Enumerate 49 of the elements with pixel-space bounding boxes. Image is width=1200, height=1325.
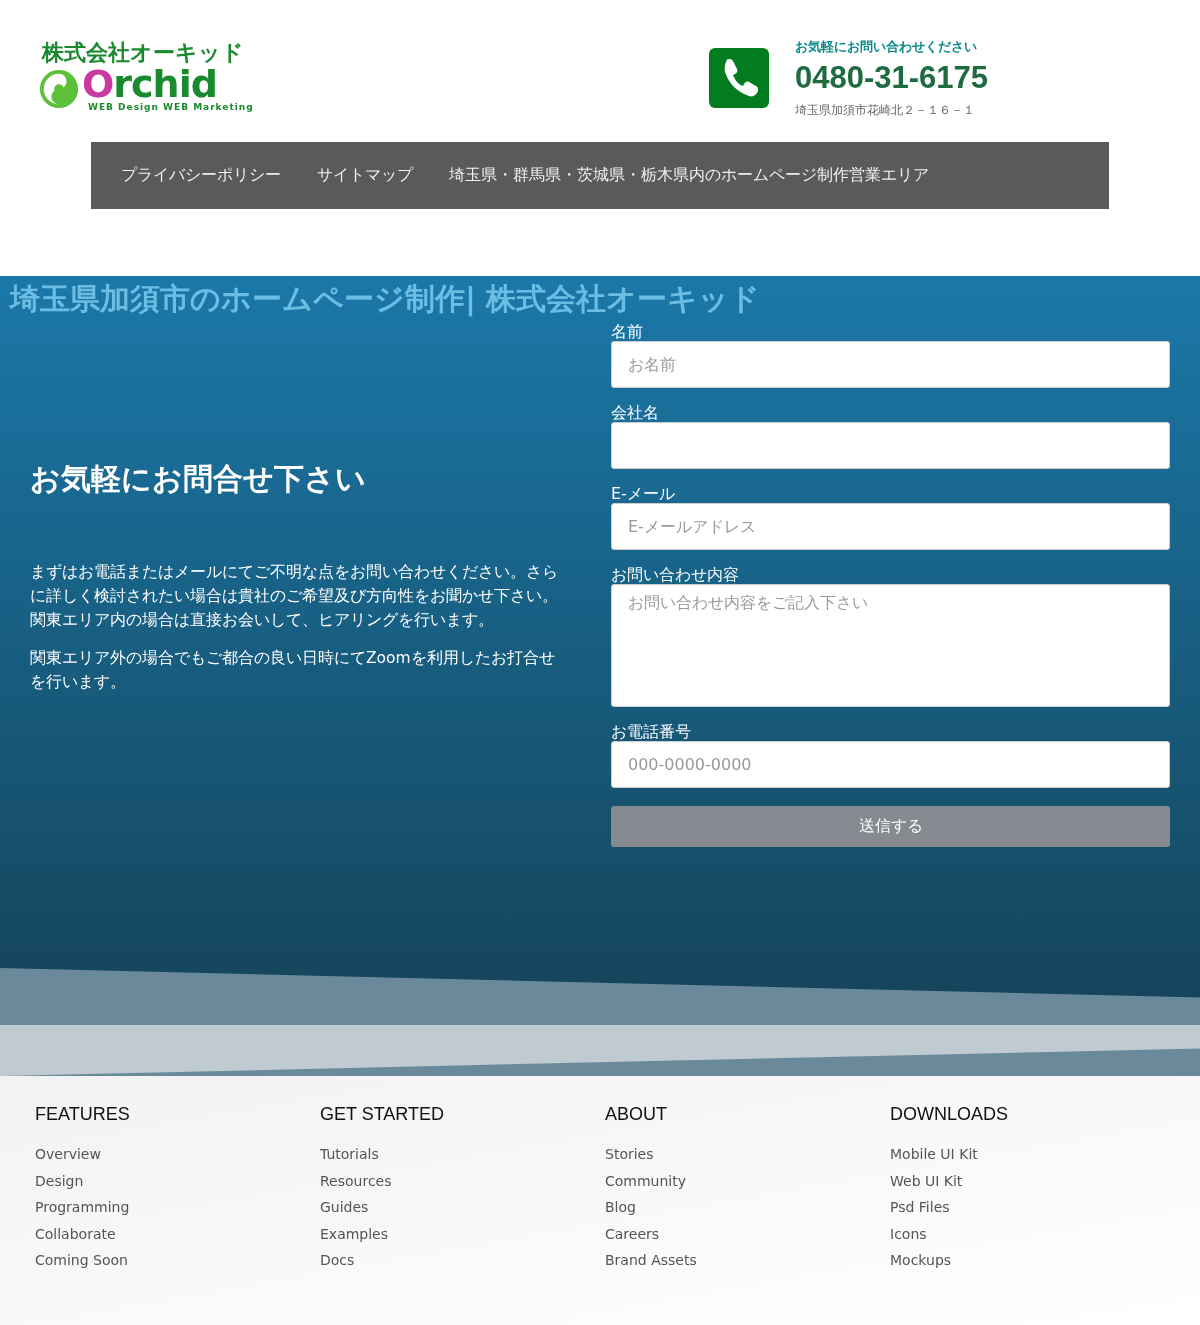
footer-link[interactable]: Resources: [320, 1167, 392, 1194]
field-label: E-メール: [611, 485, 676, 503]
site-title: 埼玉県加須市のホームページ制作| 株式会社オーキッド: [8, 280, 762, 319]
message-field[interactable]: お問い合わせ内容をご記入下さい: [611, 584, 1170, 707]
footer-heading: ABOUT: [605, 1104, 668, 1125]
footer-link[interactable]: Docs: [320, 1247, 355, 1274]
footer-link[interactable]: Blog: [605, 1194, 636, 1221]
footer-link[interactable]: Collaborate: [35, 1220, 116, 1247]
input-field[interactable]: [611, 422, 1170, 469]
phone-icon: [708, 48, 769, 108]
section-heading: お気軽にお問合せ下さい: [30, 460, 367, 498]
footer-link[interactable]: Programming: [35, 1194, 130, 1221]
footer-link[interactable]: Coming Soon: [35, 1247, 128, 1274]
logo-tagline: WEB Design WEB Marketing: [88, 102, 254, 112]
address: 埼玉県加須市花崎北２－１６－１: [794, 101, 976, 119]
nav-link[interactable]: プライバシーポリシー: [103, 165, 299, 186]
phone-number[interactable]: 0480-31-6175: [794, 59, 988, 96]
footer-link[interactable]: Icons: [890, 1220, 927, 1247]
nav-link[interactable]: サイトマップ: [299, 165, 431, 186]
input-field[interactable]: E-メールアドレス: [611, 503, 1170, 550]
paragraph: 関東エリア外の場合でもご都合の良い日時にてZoomを利用したお打合せを行います。: [30, 648, 556, 693]
company-name: 株式会社オーキッド: [42, 40, 245, 66]
footer-heading: GET STARTED: [320, 1104, 446, 1125]
logo-icon: [38, 68, 80, 110]
field-label: お問い合わせ内容: [611, 566, 740, 584]
logo-wordmark: Orchid: [82, 66, 217, 102]
input-field[interactable]: お名前: [611, 341, 1170, 388]
footer-link[interactable]: Careers: [605, 1220, 660, 1247]
footer-link[interactable]: Stories: [605, 1141, 654, 1168]
paragraph: まずはお電話またはメールにてご不明な点をお問い合わせください。さらに詳しく検討されたい場合は貴社のご希望及び方向性をお聞かせ下さい。関東エリア内の場合は直接お会いして、ヒアリングを行います。: [30, 562, 559, 631]
footer-link[interactable]: Brand Assets: [605, 1247, 697, 1274]
footer-link[interactable]: Community: [605, 1167, 687, 1194]
field-label: 名前: [611, 323, 644, 341]
footer-link[interactable]: Psd Files: [890, 1194, 950, 1221]
input-field[interactable]: 000-0000-0000: [611, 741, 1170, 788]
footer-link[interactable]: Overview: [35, 1141, 101, 1168]
footer-link[interactable]: Tutorials: [320, 1141, 379, 1168]
footer-link[interactable]: Design: [35, 1167, 84, 1194]
footer-link[interactable]: Mobile UI Kit: [890, 1141, 978, 1168]
nav-link[interactable]: 埼玉県・群馬県・茨城県・栃木県内のホームページ制作営業エリア: [431, 165, 947, 186]
footer-link[interactable]: Web UI Kit: [890, 1167, 963, 1194]
footer-link[interactable]: Mockups: [890, 1247, 952, 1274]
footer-heading: FEATURES: [35, 1104, 131, 1125]
footer-link[interactable]: Guides: [320, 1194, 369, 1221]
footer-heading: DOWNLOADS: [890, 1104, 1009, 1125]
footer-link[interactable]: Examples: [320, 1220, 389, 1247]
field-label: お電話番号: [611, 723, 692, 741]
contact-prompt: お気軽にお問い合わせください: [794, 37, 978, 56]
field-label: 会社名: [611, 404, 660, 422]
